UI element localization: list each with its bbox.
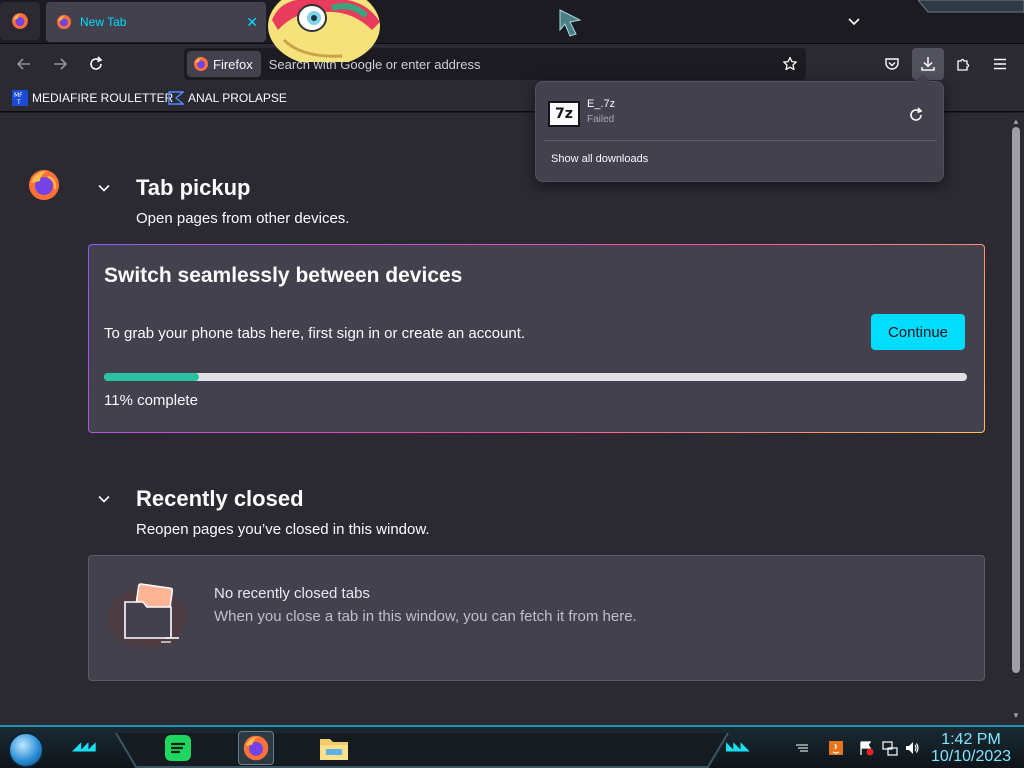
sync-card-message: To grab your phone tabs here, first sign… bbox=[104, 325, 526, 342]
bookmark-item[interactable]: ANAL PROLAPSE bbox=[168, 88, 287, 108]
tray-overflow-icon[interactable] bbox=[794, 740, 810, 756]
action-center-flag-icon[interactable] bbox=[858, 740, 874, 756]
bird-cursor-decoration bbox=[559, 9, 582, 37]
download-filename: E_.7z bbox=[587, 98, 616, 110]
empty-state-title: No recently closed tabs bbox=[214, 585, 370, 602]
reload-icon bbox=[90, 56, 103, 70]
recently-closed-header[interactable]: Recently closed bbox=[96, 486, 304, 512]
tab-title: New Tab bbox=[80, 15, 127, 29]
scroll-down-arrow-icon[interactable]: ▼ bbox=[1012, 711, 1020, 720]
firefox-view-page: Tab pickup Open pages from other devices… bbox=[0, 113, 1008, 725]
chevron-down-icon[interactable] bbox=[846, 14, 862, 30]
retry-download-icon[interactable] bbox=[906, 105, 926, 125]
panel-separator bbox=[544, 140, 937, 141]
bookmark-label: ANAL PROLAPSE bbox=[188, 91, 287, 105]
navigation-toolbar: Firefox bbox=[0, 44, 1024, 84]
network-icon[interactable] bbox=[882, 740, 898, 756]
hamburger-menu-icon bbox=[994, 58, 1006, 70]
star-icon bbox=[783, 56, 797, 71]
chevron-down-icon[interactable] bbox=[96, 180, 112, 196]
identity-box[interactable]: Firefox bbox=[187, 51, 261, 77]
anime-sticker-decoration bbox=[262, 0, 386, 62]
archive-file-icon: 7z bbox=[548, 101, 580, 127]
download-item[interactable]: 7z E_.7z Failed bbox=[536, 88, 943, 138]
firefox-icon bbox=[194, 57, 208, 71]
firefox-icon bbox=[243, 735, 269, 761]
firefox-icon bbox=[57, 15, 71, 29]
taskbar-decoration: ◣◣◣ bbox=[726, 739, 750, 753]
continue-button[interactable]: Continue bbox=[871, 314, 965, 350]
scrollbar-thumb[interactable] bbox=[1012, 127, 1020, 673]
system-clock[interactable]: 1:42 PM 10/10/2023 bbox=[928, 731, 1014, 765]
tab-pickup-header[interactable]: Tab pickup bbox=[96, 175, 251, 201]
bookmark-item[interactable]: MF T MEDIAFIRE ROULETTER bbox=[12, 88, 173, 108]
identity-label: Firefox bbox=[213, 56, 253, 72]
pocket-button[interactable] bbox=[876, 48, 908, 80]
close-tab-icon[interactable]: ✕ bbox=[246, 14, 258, 31]
setup-progress-bar bbox=[104, 373, 967, 381]
file-explorer-taskbar-button[interactable] bbox=[316, 731, 352, 765]
tab-pickup-subtitle: Open pages from other devices. bbox=[136, 210, 350, 227]
clock-date: 10/10/2023 bbox=[930, 748, 1012, 765]
firefox-logo-icon bbox=[29, 170, 59, 200]
sync-card-title: Switch seamlessly between devices bbox=[104, 264, 463, 287]
back-button[interactable] bbox=[8, 48, 40, 80]
spotify-taskbar-button[interactable] bbox=[160, 731, 196, 765]
taskbar: ◢◢◢ ◣◣◣ 1:42 PM 10/10/2023 bbox=[0, 725, 1024, 768]
clock-time: 1:42 PM bbox=[941, 731, 1001, 748]
page-scrollbar[interactable]: ▲ ▼ bbox=[1008, 113, 1024, 725]
window-frame-decoration bbox=[918, 0, 1024, 13]
downloads-panel: 7z E_.7z Failed Show all downloads bbox=[535, 74, 944, 182]
mediafire-icon: MF T bbox=[12, 90, 28, 106]
app-menu-button[interactable] bbox=[984, 48, 1016, 80]
forward-button[interactable] bbox=[44, 48, 76, 80]
empty-state-description: When you close a tab in this window, you… bbox=[214, 608, 637, 625]
arrow-right-icon bbox=[54, 58, 68, 70]
bookmark-star-button[interactable] bbox=[774, 48, 806, 80]
scroll-up-arrow-icon[interactable]: ▲ bbox=[1012, 117, 1020, 126]
download-status: Failed bbox=[587, 114, 615, 125]
spotify-icon bbox=[165, 735, 191, 761]
svg-text:T: T bbox=[16, 99, 21, 106]
recently-closed-subtitle: Reopen pages you’ve closed in this windo… bbox=[136, 521, 430, 538]
reload-button[interactable] bbox=[80, 48, 112, 80]
svg-text:MF: MF bbox=[14, 92, 23, 99]
puzzle-piece-icon bbox=[957, 58, 970, 71]
tab-new-tab[interactable]: New Tab ✕ bbox=[46, 2, 266, 42]
empty-folder-illustration bbox=[107, 583, 187, 648]
taskbar-decoration: ◢◢◢ bbox=[72, 739, 96, 753]
tab-pickup-heading: Tab pickup bbox=[136, 175, 251, 200]
file-type-label: 7z bbox=[555, 106, 573, 122]
progress-fill bbox=[104, 373, 199, 381]
tab-strip: New Tab ✕ bbox=[0, 0, 1024, 62]
bookmark-label: MEDIAFIRE ROULETTER bbox=[32, 91, 174, 105]
extensions-button[interactable] bbox=[948, 48, 980, 80]
firefox-taskbar-button[interactable] bbox=[238, 731, 274, 765]
volume-icon[interactable] bbox=[904, 740, 920, 756]
recently-closed-heading: Recently closed bbox=[136, 486, 304, 511]
arrow-left-icon bbox=[16, 58, 30, 70]
firefox-view-button[interactable] bbox=[0, 2, 40, 40]
java-update-icon[interactable] bbox=[828, 740, 844, 756]
pocket-icon bbox=[885, 58, 899, 70]
download-icon bbox=[921, 57, 935, 71]
recently-closed-empty-card: No recently closed tabs When you close a… bbox=[88, 555, 985, 681]
chevron-down-icon[interactable] bbox=[96, 491, 112, 507]
sync-setup-card: Switch seamlessly between devices To gra… bbox=[88, 244, 985, 433]
show-all-downloads-link[interactable]: Show all downloads bbox=[551, 153, 648, 165]
firefox-icon bbox=[12, 13, 28, 29]
taskbar-frame-decoration bbox=[115, 732, 729, 768]
start-button[interactable] bbox=[8, 732, 44, 768]
file-explorer-icon bbox=[320, 739, 348, 760]
bookmark-favicon-icon bbox=[168, 91, 184, 105]
progress-text: 11% complete bbox=[104, 392, 198, 409]
